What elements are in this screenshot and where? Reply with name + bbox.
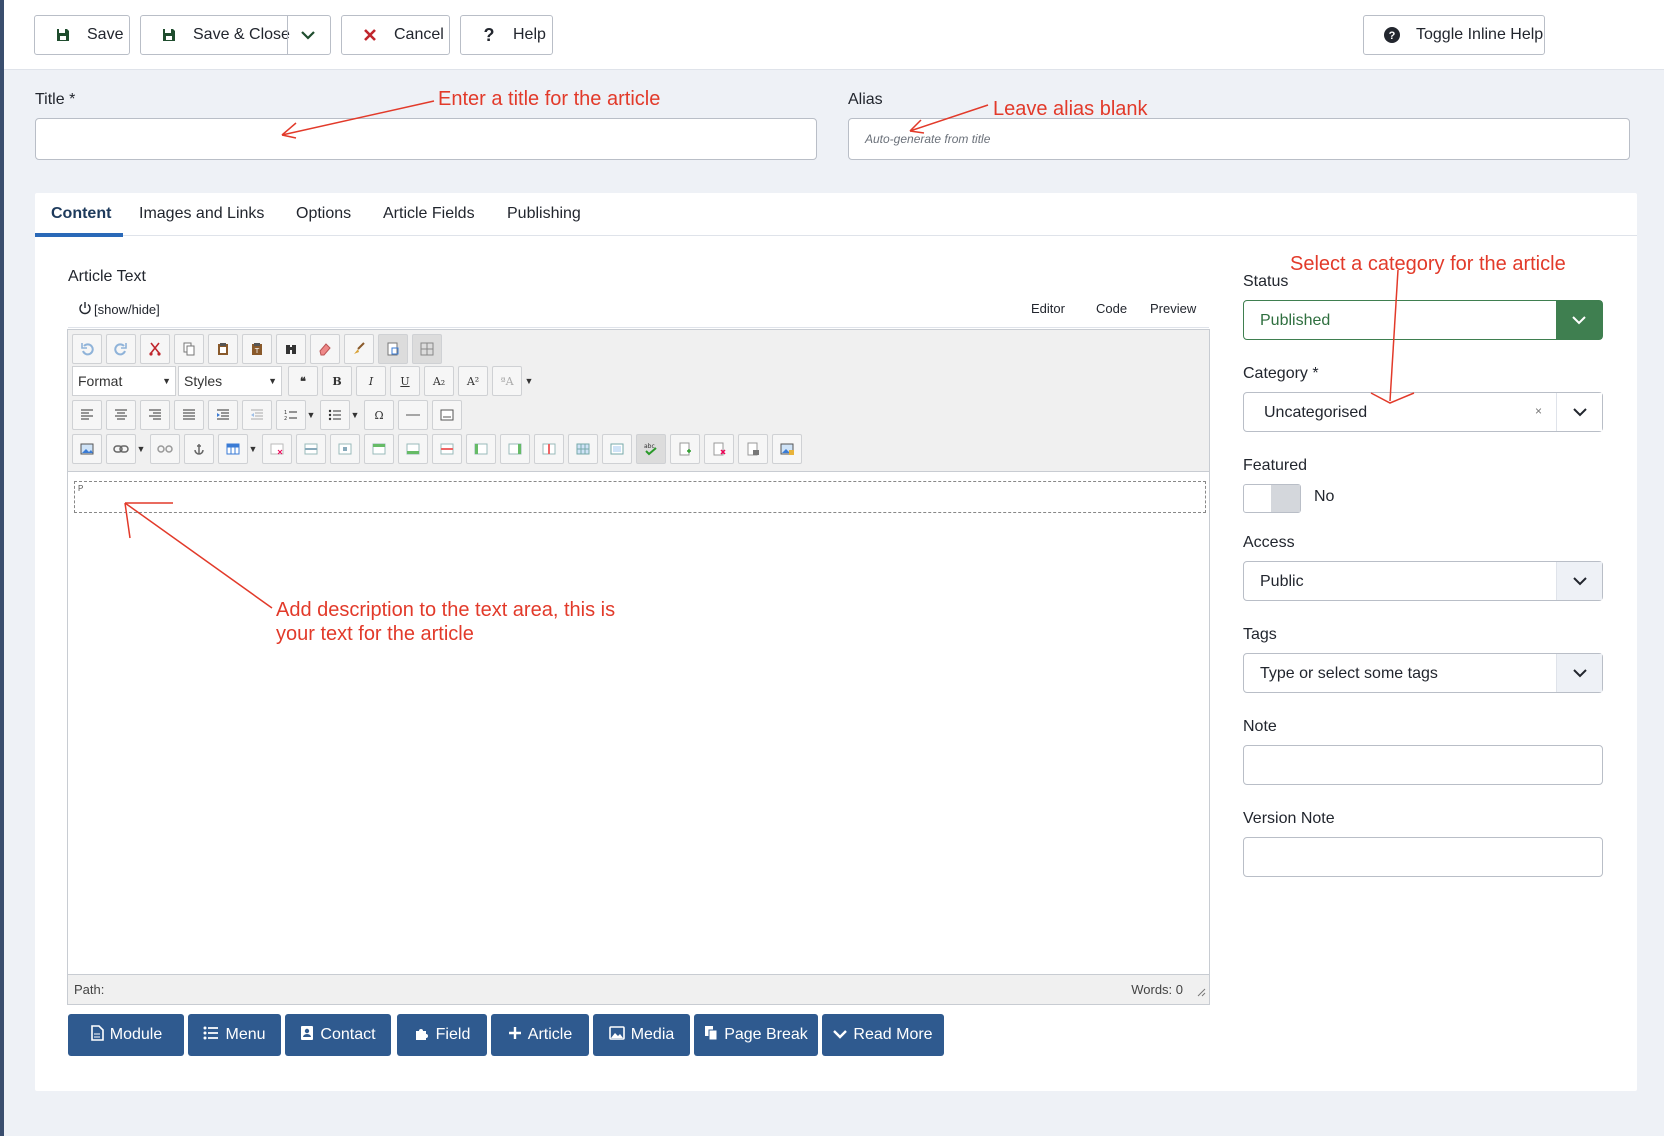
title-arrowhead [281,122,297,139]
title-annotation: Enter a title for the article [438,88,661,110]
text-arrowhead [124,502,131,539]
text-area-annotation: Add description to the text area, this i… [276,598,615,646]
text-annotation-line1: Add description to the text area, this i… [276,599,616,621]
category-annotation: Select a category for the article [1290,253,1566,275]
text-annotation-arrow [124,502,273,609]
title-annotation-arrow [281,100,435,136]
alias-annotation-arrow [909,104,989,132]
category-annotation-arrow [1389,269,1399,402]
text-annotation-line2: your text for the article [276,623,474,645]
alias-annotation: Leave alias blank [993,98,1148,120]
annotation-arrows [124,100,1415,609]
category-arrowhead [1370,392,1415,404]
